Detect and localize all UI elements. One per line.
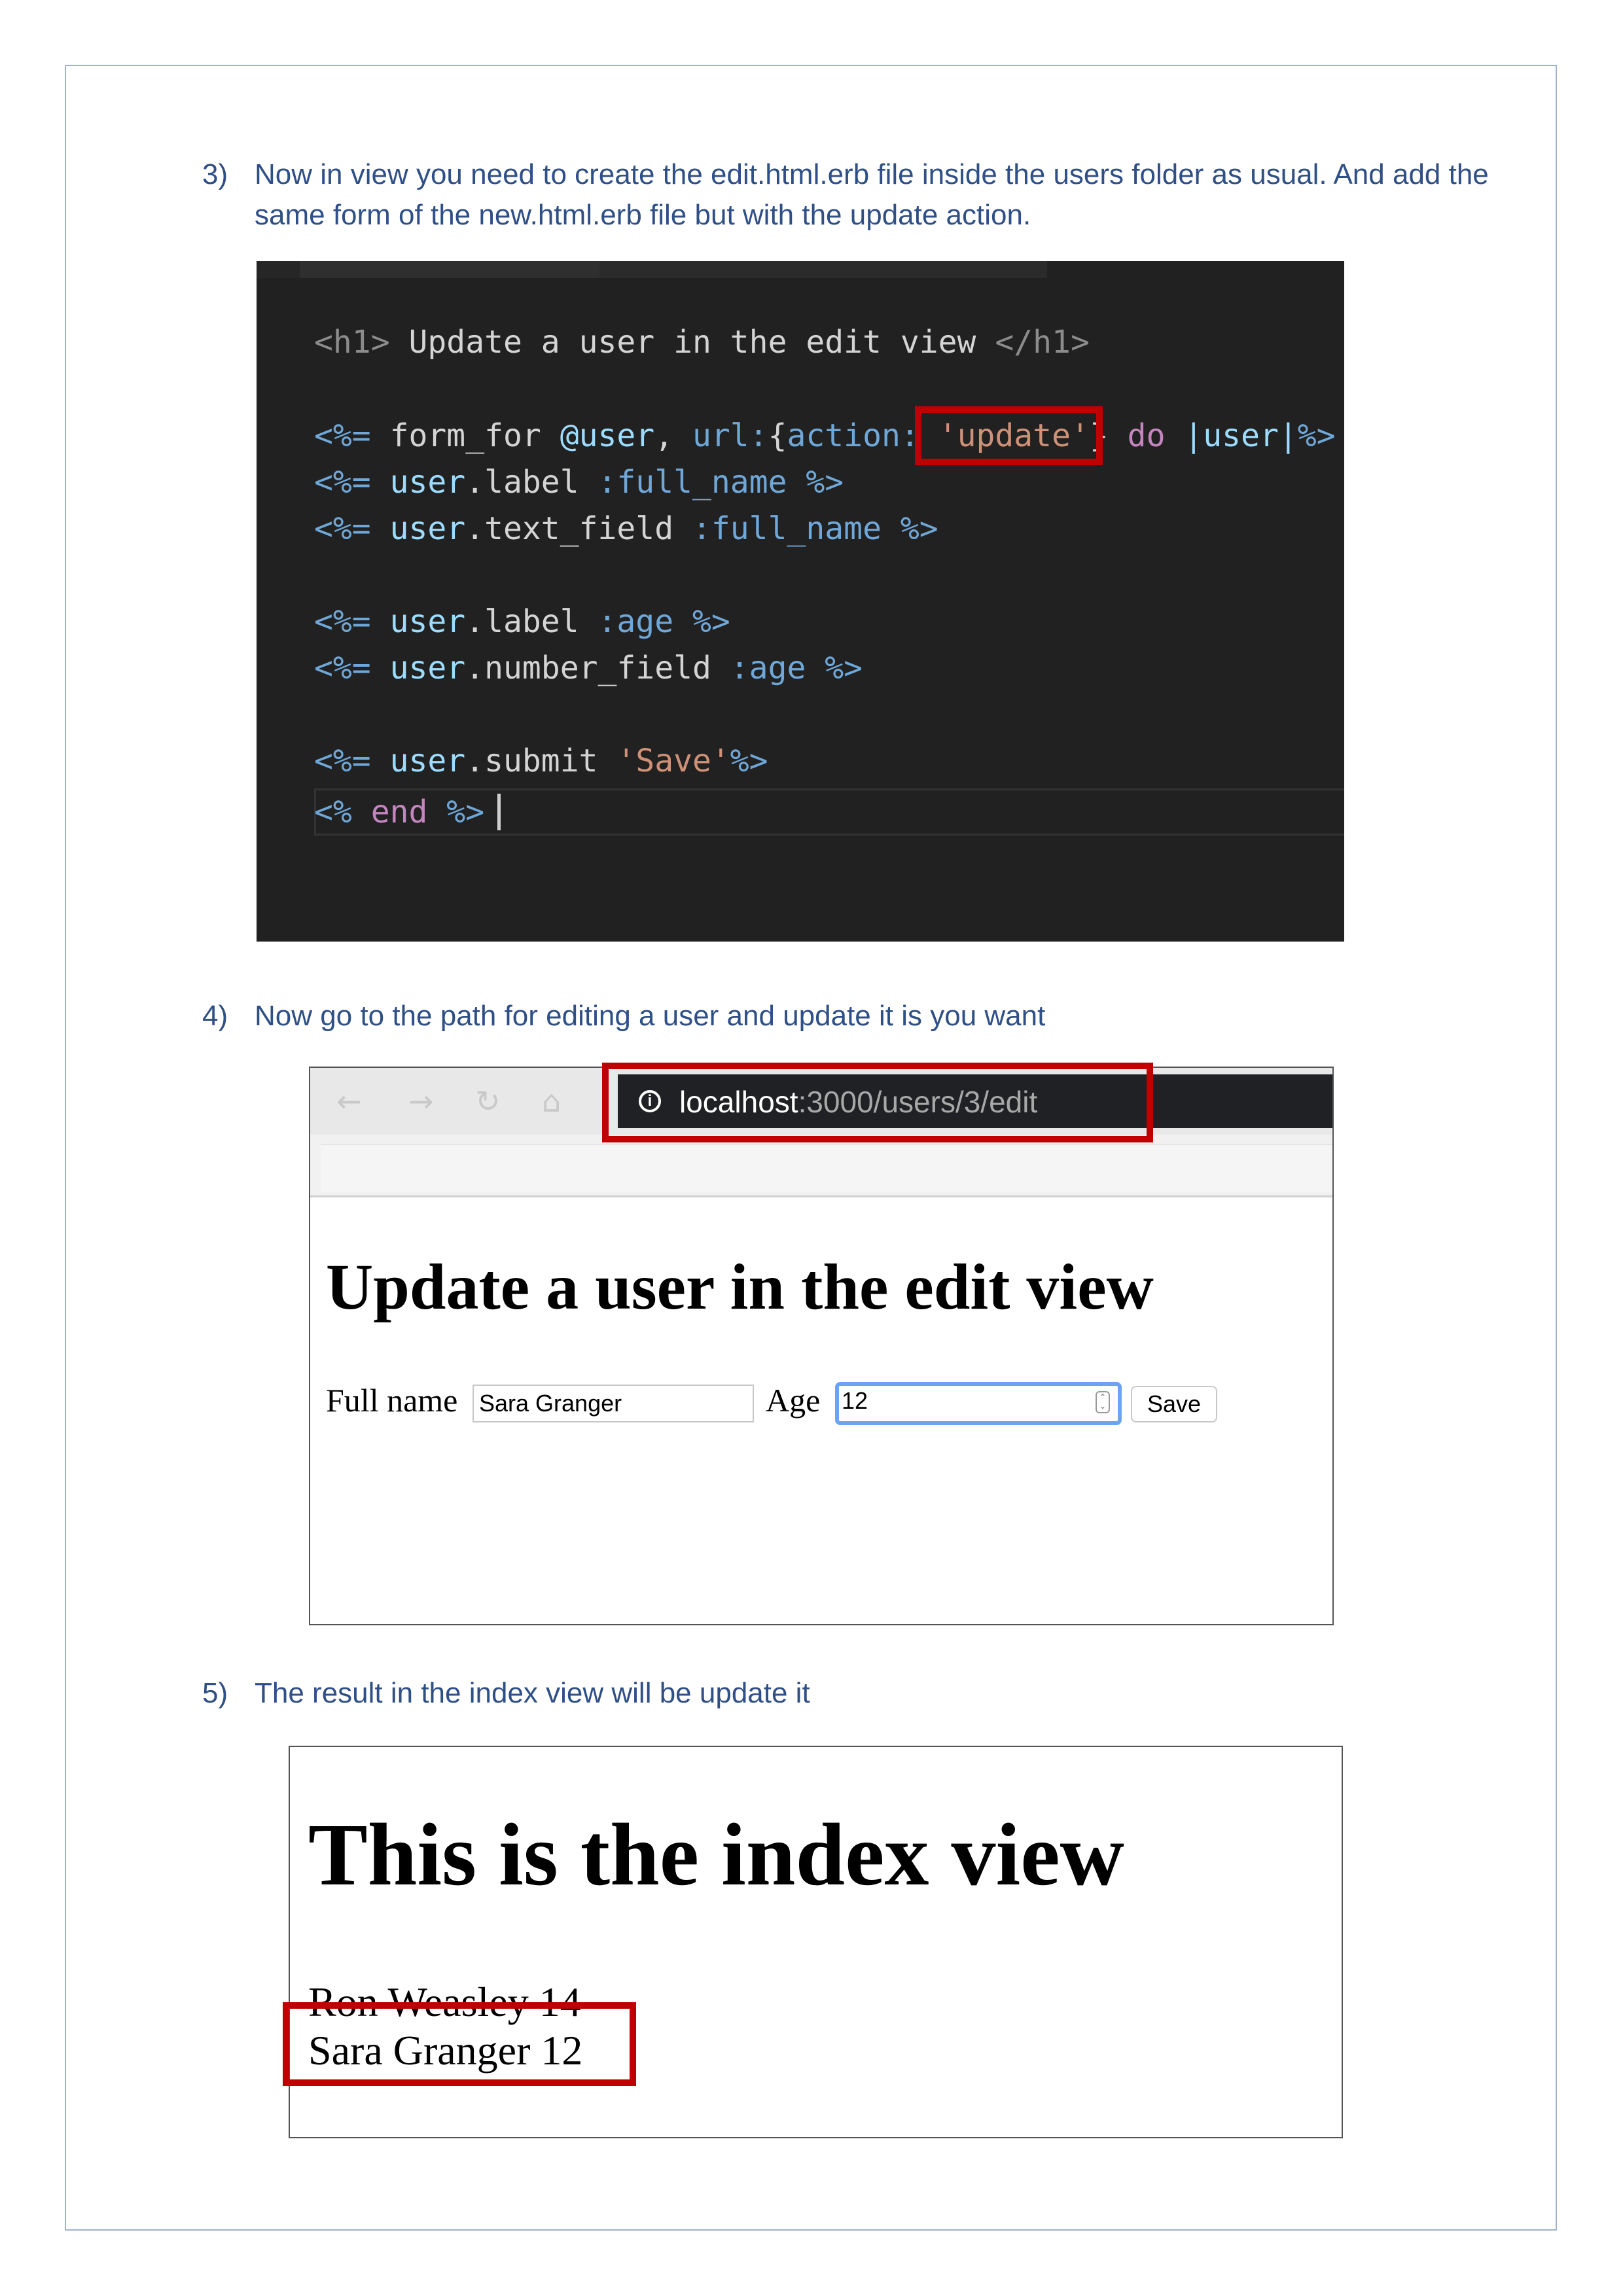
text-cursor bbox=[497, 794, 501, 830]
age-value: 12 bbox=[842, 1387, 868, 1414]
forward-arrow-icon[interactable]: → bbox=[408, 1086, 434, 1116]
code-line-label-full-name: <%= user.label :full_name %> bbox=[314, 464, 844, 501]
code-line-form-for: <%= form_for @user, url:{action: 'update… bbox=[314, 417, 1336, 454]
browser-screenshot: ← → ↻ ⌂ i localhost:3000/users/3/edit Up… bbox=[309, 1067, 1334, 1625]
step-5-number: 5) bbox=[202, 1677, 228, 1709]
code-line-text-field: <%= user.text_field :full_name %> bbox=[314, 510, 938, 547]
age-label: Age bbox=[766, 1382, 821, 1419]
code-line-h1: <h1> Update a user in the edit view </h1… bbox=[314, 324, 1090, 361]
home-icon[interactable]: ⌂ bbox=[542, 1086, 561, 1116]
age-input[interactable]: 12 ⌃ ⌄ bbox=[835, 1382, 1122, 1425]
back-arrow-icon[interactable]: ← bbox=[336, 1086, 362, 1116]
code-editor-screenshot: <h1> Update a user in the edit view </h1… bbox=[257, 261, 1344, 942]
url-highlight bbox=[602, 1063, 1153, 1142]
full-name-input[interactable]: Sara Granger bbox=[473, 1385, 754, 1422]
step-4-number: 4) bbox=[202, 1000, 228, 1032]
index-page-heading: This is the index view bbox=[308, 1806, 1124, 1904]
bookmarks-bar bbox=[310, 1135, 1332, 1197]
code-line-submit: <%= user.submit 'Save'%> bbox=[314, 743, 768, 779]
full-name-label: Full name bbox=[326, 1382, 458, 1419]
editor-tab-strip bbox=[257, 261, 1047, 278]
save-button[interactable]: Save bbox=[1131, 1386, 1217, 1422]
code-line-number-field: <%= user.number_field :age %> bbox=[314, 650, 863, 686]
number-spinner-icon[interactable]: ⌃ ⌄ bbox=[1096, 1391, 1110, 1413]
code-line-end: <% end %> bbox=[314, 794, 485, 830]
step-5: 5) The result in the index view will be … bbox=[202, 1673, 1478, 1714]
step-4: 4) Now go to the path for editing a user… bbox=[202, 996, 1478, 1036]
step-3-number: 3) bbox=[202, 158, 228, 190]
update-action-highlight bbox=[915, 406, 1103, 465]
code-line-label-age: <%= user.label :age %> bbox=[314, 603, 730, 640]
step-3: 3) Now in view you need to create the ed… bbox=[202, 154, 1489, 239]
updated-user-highlight bbox=[283, 2002, 636, 2086]
step-5-text: The result in the index view will be upd… bbox=[255, 1677, 810, 1709]
edit-page-heading: Update a user in the edit view bbox=[326, 1250, 1154, 1323]
step-3-text: Now in view you need to create the edit.… bbox=[255, 158, 1489, 231]
step-4-text: Now go to the path for editing a user an… bbox=[255, 1000, 1046, 1032]
reload-icon[interactable]: ↻ bbox=[475, 1086, 501, 1116]
